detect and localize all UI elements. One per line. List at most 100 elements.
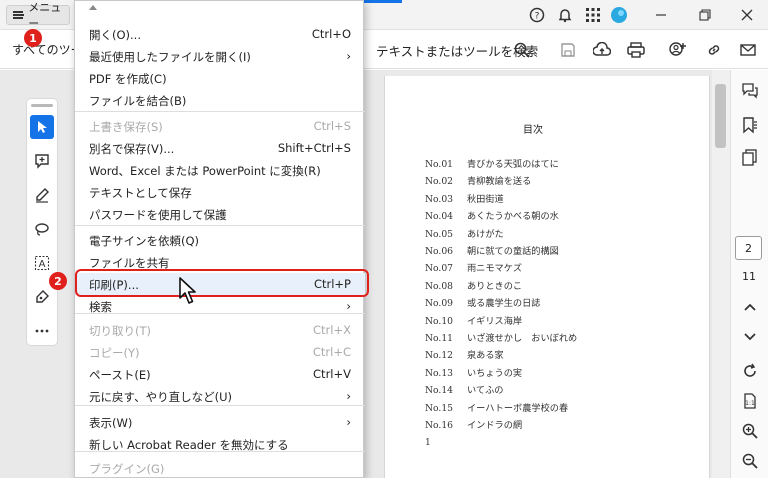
menu-item-search[interactable]: 検索 › — [75, 295, 365, 317]
menu-item-view[interactable]: 表示(W) › — [75, 411, 365, 433]
menu-item-save-as-text[interactable]: テキストとして保存 — [75, 181, 365, 203]
toc-entry-title: 或る農学生の日誌 — [467, 298, 541, 310]
rail-grip[interactable] — [31, 104, 53, 107]
restore-icon[interactable] — [696, 6, 714, 24]
toc-entry[interactable]: No.08 ありときのこ — [425, 278, 522, 292]
help-icon[interactable]: ? — [528, 6, 546, 24]
draw-lasso-icon[interactable] — [30, 217, 54, 241]
menu-item-copy: コピー(Y) Ctrl+C — [75, 341, 365, 363]
bell-icon[interactable] — [556, 6, 574, 24]
quick-tools-rail: A — [26, 98, 58, 346]
toc-entry[interactable]: No.11 いざ渡せかし おいぼれめ — [425, 330, 577, 344]
text-box-icon[interactable]: A — [30, 251, 54, 275]
menu-button[interactable]: メニュー — [6, 1, 70, 30]
page-up-icon[interactable] — [739, 296, 761, 318]
toc-entry[interactable]: No.13 いちょうの実 — [425, 365, 522, 379]
print-highlight-outline — [75, 269, 369, 297]
page-down-icon[interactable] — [739, 326, 761, 348]
cloud-upload-icon[interactable] — [592, 40, 612, 60]
menu-item-label: ペースト(E) — [89, 368, 151, 382]
menu-item-protect-password[interactable]: パスワードを使用して保護 — [75, 203, 365, 225]
menu-button-label: メニュー — [28, 1, 62, 30]
menu-item-label: 表示(W) — [89, 416, 133, 430]
toc-entry-number: No.04 — [425, 211, 454, 223]
comment-add-icon[interactable] — [30, 149, 54, 173]
toc-entry-title: あくたうかべる朝の水 — [467, 211, 559, 223]
bookmark-panel-icon[interactable] — [739, 114, 761, 136]
scrollbar-thumb[interactable] — [715, 84, 726, 148]
page-thumbnails-icon[interactable] — [739, 146, 761, 168]
current-page-input[interactable]: 2 — [735, 236, 762, 260]
add-user-icon[interactable] — [668, 40, 688, 60]
print-icon[interactable] — [626, 40, 646, 60]
menu-item-shortcut: Ctrl+S — [313, 119, 351, 133]
close-icon[interactable] — [738, 6, 756, 24]
zoom-in-icon[interactable] — [739, 420, 761, 442]
menu-item-recent-files[interactable]: 最近使用したファイルを開く(I) › — [75, 45, 365, 67]
menu-separator — [75, 225, 365, 226]
actual-size-icon[interactable]: 1:1 — [739, 390, 761, 412]
menu-item-label: 別名で保存(V)... — [89, 142, 175, 156]
toc-entry-title: 秋田街道 — [467, 193, 504, 205]
menu-item-convert-office[interactable]: Word、Excel または PowerPoint に変換(R) — [75, 159, 365, 181]
total-pages: 11 — [742, 270, 756, 283]
highlighter-pen-icon[interactable] — [30, 183, 54, 207]
menu-item-save-as[interactable]: 別名で保存(V)... Shift+Ctrl+S — [75, 137, 365, 159]
toc-entry[interactable]: No.10 イギリス海岸 — [425, 313, 522, 327]
vertical-scrollbar[interactable] — [712, 70, 730, 478]
toc-entry[interactable]: No.15 イーハトーボ農学校の春 — [425, 400, 568, 414]
menu-item-paste[interactable]: ペースト(E) Ctrl+V — [75, 363, 365, 385]
toc-entry-number: No.12 — [425, 350, 454, 362]
search-icon[interactable] — [512, 40, 532, 60]
menu-item-shortcut: Ctrl+O — [311, 27, 351, 41]
toc-entry[interactable]: No.04 あくたうかべる朝の水 — [425, 208, 559, 222]
menu-item-shortcut: Ctrl+V — [313, 367, 351, 381]
menu-item-shortcut: Shift+Ctrl+S — [277, 141, 351, 155]
scroll-up-icon[interactable] — [89, 5, 97, 10]
all-tools-label[interactable]: すべてのツー — [12, 41, 83, 58]
toc-entry[interactable]: No.14 いてふの — [425, 382, 503, 396]
signature-pen-icon[interactable] — [30, 285, 54, 309]
menu-item-request-esign[interactable]: 電子サインを依頼(Q) — [75, 229, 365, 251]
menu-item-label: 上書き保存(S) — [89, 120, 163, 134]
mail-icon[interactable] — [738, 40, 758, 60]
hamburger-icon — [13, 11, 25, 19]
menu-item-undo-redo[interactable]: 元に戻す、やり直しなど(U) › — [75, 385, 365, 407]
svg-text:?: ? — [535, 12, 540, 22]
menu-item-label: 最近使用したファイルを開く(I) — [89, 50, 251, 64]
toc-entry-number: No.11 — [425, 333, 454, 344]
menu-separator — [75, 111, 365, 112]
toc-entry-title: 雨ニモマケズ — [467, 263, 523, 275]
menu-item-disable-new-reader[interactable]: 新しい Acrobat Reader を無効にする — [75, 433, 365, 455]
menu-item-create-pdf[interactable]: PDF を作成(C) — [75, 67, 365, 89]
mouse-pointer-icon — [179, 277, 196, 304]
toc-entry[interactable]: No.06 朝に就ての童話的構図 — [425, 243, 559, 257]
toc-entry-number: No.15 — [425, 402, 454, 414]
menu-item-open[interactable]: 開く(O)... Ctrl+O — [75, 23, 365, 45]
link-icon[interactable] — [704, 40, 724, 60]
minimize-icon[interactable] — [652, 6, 670, 24]
toc-entry[interactable]: No.05 あけがた — [425, 226, 504, 240]
menu-item-label: PDF を作成(C) — [89, 72, 167, 86]
apps-grid-icon[interactable] — [584, 6, 602, 24]
rotate-refresh-icon[interactable] — [739, 360, 761, 382]
toc-entry[interactable]: No.07 雨ニモマケズ — [425, 260, 522, 274]
zoom-out-icon[interactable] — [739, 450, 761, 472]
toc-entry-title: インドラの網 — [467, 420, 523, 431]
toc-entry[interactable]: No.12 泉ある家 — [425, 347, 504, 361]
toc-entry-number: No.06 — [425, 246, 454, 257]
menu-item-label: 元に戻す、やり直しなど(U) — [89, 390, 232, 404]
comments-panel-icon[interactable] — [739, 80, 761, 102]
toc-entry[interactable]: No.01 青びかる天弧のはてに — [425, 156, 559, 170]
file-menu-dropdown: 開く(O)... Ctrl+O 最近使用したファイルを開く(I) › PDF を作成(C… — [74, 0, 365, 478]
toc-entry-title: 朝に就ての童話的構図 — [467, 246, 559, 257]
select-cursor-icon[interactable] — [30, 115, 54, 139]
menu-item-combine-files[interactable]: ファイルを結合(B) — [75, 89, 365, 111]
more-tools-icon[interactable] — [30, 319, 54, 343]
avatar[interactable] — [610, 6, 628, 24]
toc-entry[interactable]: No.09 或る農学生の日誌 — [425, 295, 541, 309]
toc-entry[interactable]: No.03 秋田街道 — [425, 191, 504, 205]
toc-entry[interactable]: No.02 青柳教諭を送る — [425, 173, 531, 187]
toc-entry[interactable]: No.16 インドラの網 — [425, 417, 522, 431]
save-icon[interactable] — [558, 40, 578, 60]
